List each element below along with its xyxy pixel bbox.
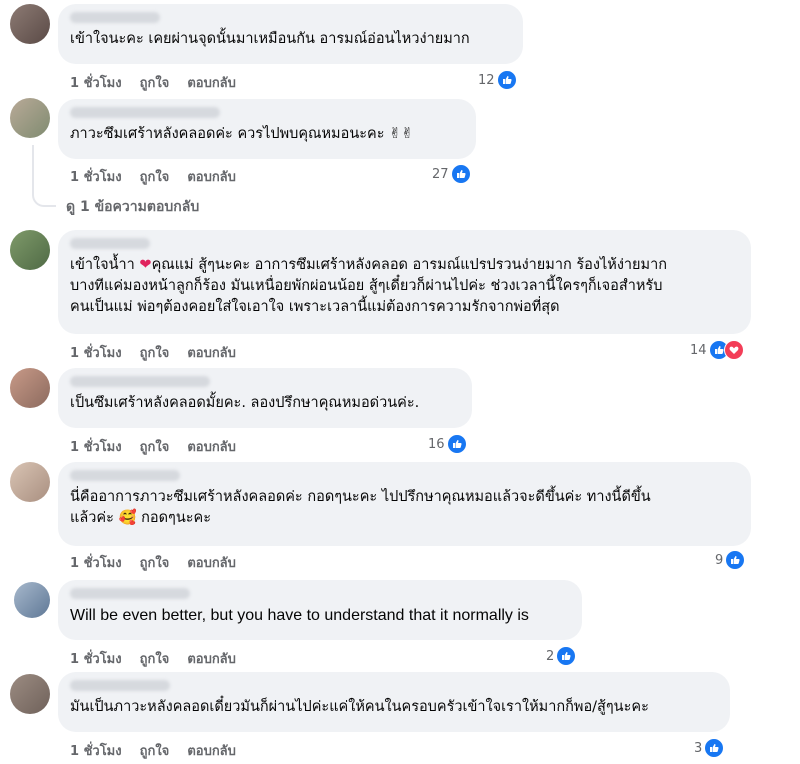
- thumbs-up-icon: [725, 550, 746, 570]
- reply-button[interactable]: ตอบกลับ: [187, 166, 236, 187]
- time-link[interactable]: 1 ชั่วโมง: [70, 436, 122, 457]
- comment-text: เข้าใจน้ำา ❤คุณแม่ สู้ๆนะคะ อาการซึมเศร้…: [70, 257, 668, 315]
- like-button[interactable]: ถูกใจ: [140, 740, 170, 761]
- comment-actions: 1 ชั่วโมง ถูกใจ ตอบกลับ: [70, 740, 254, 761]
- comment-actions: 1 ชั่วโมง ถูกใจ ตอบกลับ: [70, 648, 254, 669]
- comment-bubble: ภาวะซึมเศร้าหลังคลอดค่ะ ควรไปพบคุณหมอนะค…: [58, 99, 476, 159]
- like-button[interactable]: ถูกใจ: [140, 166, 170, 187]
- comment-text: เป็นซึมเศร้าหลังคลอดมั้ยคะ. ลองปรึกษาคุณ…: [70, 395, 420, 411]
- like-button[interactable]: ถูกใจ: [140, 436, 170, 457]
- avatar[interactable]: [10, 368, 50, 408]
- time-link[interactable]: 1 ชั่วโมง: [70, 342, 122, 363]
- reaction-count[interactable]: 14: [690, 340, 744, 360]
- like-button[interactable]: ถูกใจ: [140, 342, 170, 363]
- reply-button[interactable]: ตอบกลับ: [187, 436, 236, 457]
- reaction-count[interactable]: 2: [546, 646, 577, 666]
- author-name-blurred[interactable]: [70, 588, 190, 599]
- thumbs-up-icon: [556, 646, 577, 666]
- comment-bubble: มันเป็นภาวะหลังคลอดเดี๋ยวมันก็ผ่านไปค่ะแ…: [58, 672, 730, 732]
- thumbs-up-icon: [450, 164, 471, 184]
- smiling-face-with-hearts-icon: 🥰: [118, 510, 137, 526]
- avatar[interactable]: [10, 4, 50, 44]
- time-link[interactable]: 1 ชั่วโมง: [70, 166, 122, 187]
- time-link[interactable]: 1 ชั่วโมง: [70, 552, 122, 573]
- comment-text: เข้าใจนะคะ เคยผ่านจุดนั้นมาเหมือนกัน อาร…: [70, 31, 470, 47]
- comment-bubble: เข้าใจน้ำา ❤คุณแม่ สู้ๆนะคะ อาการซึมเศร้…: [58, 230, 751, 334]
- red-heart-icon: ❤: [139, 257, 152, 273]
- comment-actions: 1 ชั่วโมง ถูกใจ ตอบกลับ: [70, 436, 254, 457]
- comment-actions: 1 ชั่วโมง ถูกใจ ตอบกลับ: [70, 342, 254, 363]
- avatar[interactable]: [10, 98, 50, 138]
- like-button[interactable]: ถูกใจ: [140, 72, 170, 93]
- time-link[interactable]: 1 ชั่วโมง: [70, 72, 122, 93]
- comment-text: Will be even better, but you have to und…: [70, 607, 529, 624]
- author-name-blurred[interactable]: [70, 107, 220, 118]
- comment-text: มันเป็นภาวะหลังคลอดเดี๋ยวมันก็ผ่านไปค่ะแ…: [70, 699, 649, 715]
- avatar[interactable]: [10, 230, 50, 270]
- author-name-blurred[interactable]: [70, 680, 170, 691]
- comment-actions: 1 ชั่วโมง ถูกใจ ตอบกลับ: [70, 552, 254, 573]
- thumbs-up-icon: [496, 70, 517, 90]
- avatar[interactable]: [10, 674, 50, 714]
- reaction-count[interactable]: 16: [428, 434, 467, 454]
- time-link[interactable]: 1 ชั่วโมง: [70, 740, 122, 761]
- comment-actions: 1 ชั่วโมง ถูกใจ ตอบกลับ: [70, 72, 254, 93]
- reply-button[interactable]: ตอบกลับ: [187, 740, 236, 761]
- reply-button[interactable]: ตอบกลับ: [187, 72, 236, 93]
- time-link[interactable]: 1 ชั่วโมง: [70, 648, 122, 669]
- reaction-count[interactable]: 27: [432, 164, 471, 184]
- thumbs-up-icon: [446, 434, 467, 454]
- reply-thread-line: [32, 145, 56, 207]
- reaction-count[interactable]: 3: [694, 738, 725, 758]
- reply-button[interactable]: ตอบกลับ: [187, 552, 236, 573]
- avatar[interactable]: [14, 582, 50, 618]
- thumbs-up-icon: [704, 738, 725, 758]
- reaction-count[interactable]: 12: [478, 70, 517, 90]
- comment-bubble: นี่คืออาการภาวะซึมเศร้าหลังคลอดค่ะ กอดๆน…: [58, 462, 751, 546]
- comment-bubble: เข้าใจนะคะ เคยผ่านจุดนั้นมาเหมือนกัน อาร…: [58, 4, 523, 64]
- author-name-blurred[interactable]: [70, 470, 180, 481]
- reply-button[interactable]: ตอบกลับ: [187, 342, 236, 363]
- reaction-count[interactable]: 9: [715, 550, 746, 570]
- avatar[interactable]: [10, 462, 50, 502]
- comment-text: ภาวะซึมเศร้าหลังคลอดค่ะ ควรไปพบคุณหมอนะค…: [70, 126, 414, 142]
- view-replies-link[interactable]: ดู 1 ข้อความตอบกลับ: [66, 196, 199, 218]
- comment-bubble: Will be even better, but you have to und…: [58, 580, 582, 640]
- comment-text: นี่คืออาการภาวะซึมเศร้าหลังคลอดค่ะ กอดๆน…: [70, 487, 739, 529]
- reply-button[interactable]: ตอบกลับ: [187, 648, 236, 669]
- author-name-blurred[interactable]: [70, 238, 150, 249]
- heart-icon: [723, 340, 744, 360]
- author-name-blurred[interactable]: [70, 376, 210, 387]
- like-button[interactable]: ถูกใจ: [140, 552, 170, 573]
- comment-bubble: เป็นซึมเศร้าหลังคลอดมั้ยคะ. ลองปรึกษาคุณ…: [58, 368, 472, 428]
- author-name-blurred[interactable]: [70, 12, 160, 23]
- comment-actions: 1 ชั่วโมง ถูกใจ ตอบกลับ: [70, 166, 254, 187]
- like-button[interactable]: ถูกใจ: [140, 648, 170, 669]
